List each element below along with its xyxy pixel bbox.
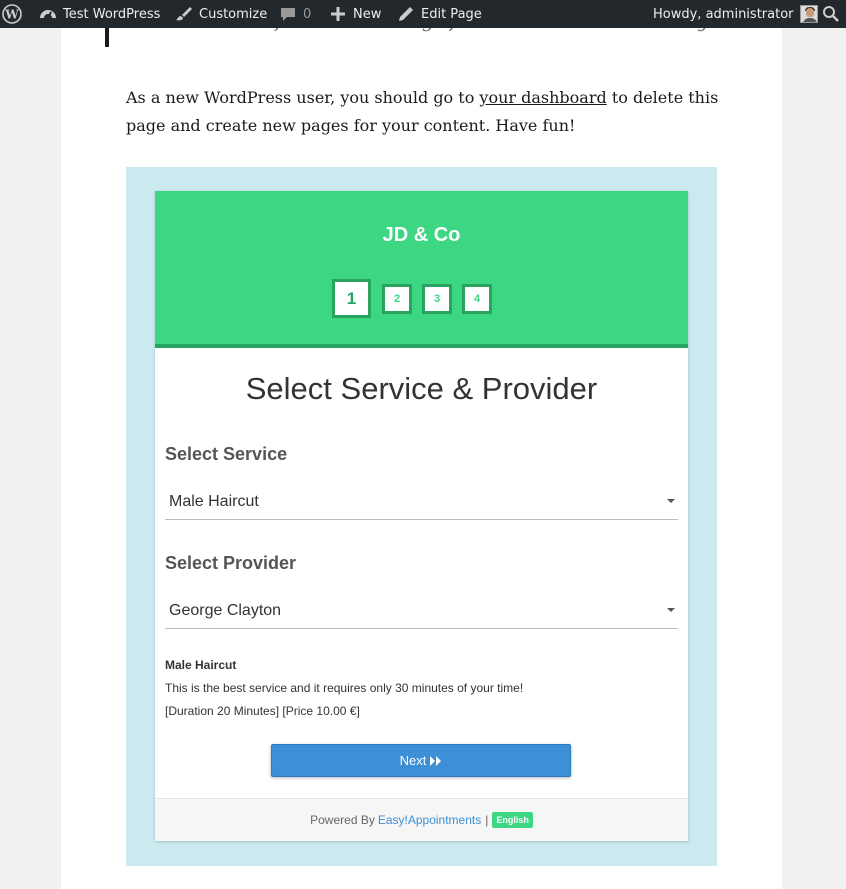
language-badge[interactable]: English (492, 812, 533, 828)
chevron-down-icon (667, 608, 675, 612)
next-button[interactable]: Next (271, 744, 571, 777)
intro-text-start: As a new WordPress user, you should go t… (126, 88, 480, 107)
new-content-menu[interactable]: New (328, 0, 381, 28)
service-label: Select Service (165, 444, 288, 464)
comment-bubble-icon (278, 4, 298, 24)
pencil-icon (396, 4, 416, 24)
provider-value: George Clayton (169, 602, 282, 619)
footer-separator: | (485, 813, 489, 827)
edit-page-label: Edit Page (421, 6, 482, 22)
comments-count: 0 (303, 6, 312, 22)
next-button-label: Next (399, 753, 427, 768)
provider-select[interactable]: George Clayton (165, 601, 678, 629)
double-chevron-right-icon (430, 755, 442, 766)
service-detail-title: Male Haircut (165, 658, 237, 672)
service-detail-meta: [Duration 20 Minutes] [Price 10.00 €] (165, 704, 360, 718)
comments-menu[interactable]: 0 (278, 0, 311, 28)
step-1: 1 (332, 279, 371, 318)
powered-by-text: Powered By (310, 813, 375, 827)
step-3: 3 (422, 284, 452, 314)
dashboard-link[interactable]: your dashboard (479, 88, 606, 107)
plus-icon (328, 4, 348, 24)
step-2: 2 (382, 284, 412, 314)
intro-paragraph: As a new WordPress user, you should go t… (126, 84, 726, 140)
booking-header: JD & Co 1 2 3 4 (155, 191, 688, 348)
easyappointments-link[interactable]: Easy!Appointments (378, 813, 481, 827)
howdy-label: Howdy, administrator (653, 6, 794, 22)
company-name: JD & Co (382, 224, 461, 246)
search-icon[interactable] (822, 0, 840, 28)
my-account-menu[interactable]: Howdy, administrator (653, 0, 818, 28)
svg-text:W: W (4, 8, 19, 22)
new-label: New (353, 6, 382, 22)
admin-bar: W Test WordPress Customize 0 New Edit Pa… (0, 0, 846, 28)
wordpress-logo-icon[interactable]: W (2, 0, 22, 28)
edit-page-menu[interactable]: Edit Page (396, 0, 482, 28)
service-value: Male Haircut (169, 493, 259, 510)
service-detail-description: This is the best service and it requires… (165, 681, 524, 695)
service-select[interactable]: Male Haircut (165, 492, 678, 520)
booking-footer: Powered By Easy!Appointments | English (155, 798, 688, 841)
avatar (799, 5, 818, 23)
provider-label: Select Provider (165, 553, 297, 573)
site-name-menu[interactable]: Test WordPress (38, 0, 160, 28)
dashboard-icon (38, 4, 58, 24)
site-name-label: Test WordPress (63, 6, 161, 22)
customize-menu[interactable]: Customize (174, 0, 267, 28)
step-4: 4 (462, 284, 492, 314)
booking-card: JD & Co 1 2 3 4 Select Service & Provide… (155, 191, 688, 841)
customize-label: Customize (199, 6, 268, 22)
paintbrush-icon (174, 4, 194, 24)
chevron-down-icon (667, 499, 675, 503)
section-title: Select Service & Provider (245, 371, 598, 406)
